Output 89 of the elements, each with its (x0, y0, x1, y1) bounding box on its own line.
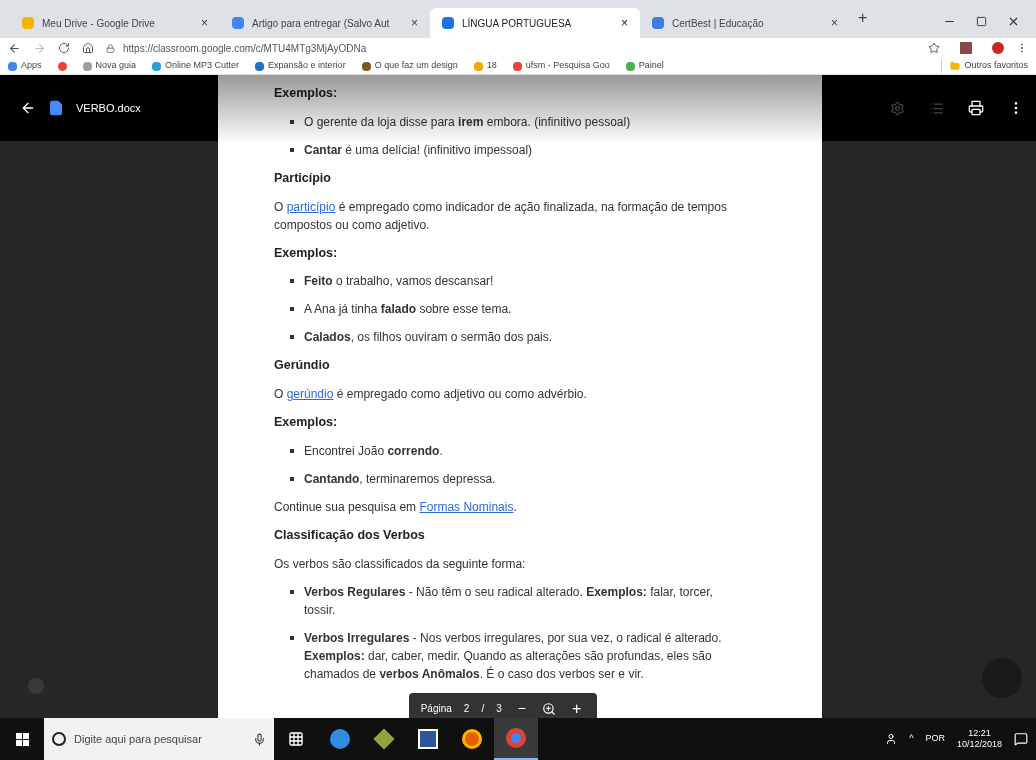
back-icon[interactable] (20, 100, 36, 116)
list-item-text: Verbos Irregulares - Nos verbos irregulares, por sua vez, o radical é alterado. Exemplos: dar, caber, medir. Quando as alterações são profundas, eles são chamados de verbos Anômalos. É o caso dos verbos ser e vir. (304, 629, 723, 683)
page-label: Página (420, 702, 452, 716)
browser-tab[interactable]: LÍNGUA PORTUGUESA × (430, 8, 640, 38)
file-name: VERBO.docx (76, 100, 141, 116)
print-icon[interactable] (968, 100, 984, 116)
page-number: 2 (463, 702, 470, 716)
address-field[interactable]: https://classroom.google.com/c/MTU4MTg3MjAyODNa (106, 39, 916, 57)
list-item-text: Encontrei João correndo. (304, 442, 443, 460)
text-link[interactable]: particípio (286, 199, 336, 214)
clock-time: 12:21 (968, 728, 991, 739)
paragraph: Os verbos são classificados da seguinte forma: (274, 555, 527, 573)
bullet-icon (290, 476, 294, 481)
bookmark-star-icon[interactable] (928, 42, 940, 54)
list-item-text: O gerente da loja disse para irem embora. (infinitivo pessoal) (304, 113, 631, 131)
bookmark-item[interactable]: O que faz um design (361, 59, 458, 73)
zoom-icon[interactable] (541, 701, 556, 716)
tab-close-button[interactable]: × (831, 14, 838, 32)
reload-icon[interactable] (58, 42, 70, 54)
tab-favicon-icon (22, 17, 34, 29)
browser-tab[interactable]: Artigo para entregar (Salvo Aut × (220, 8, 430, 38)
paragraph: O gerúndio é empregado como adjetivo ou como advérbio. (274, 386, 588, 403)
bullet-icon (290, 335, 294, 340)
bookmark-icon[interactable] (57, 61, 67, 71)
bullet-icon (290, 279, 294, 284)
tab-close-button[interactable]: × (201, 14, 208, 32)
tab-favicon-icon (232, 17, 244, 29)
chrome-icon[interactable] (494, 718, 538, 760)
section-heading: Exemplos: (274, 85, 339, 102)
tab-title: LÍNGUA PORTUGUESA (462, 16, 573, 31)
search-input[interactable]: Digite aqui para pesquisar (74, 730, 245, 748)
list-item-text: Cantar é uma delícia! (infinitivo impessoal) (304, 141, 533, 159)
bullet-icon (290, 307, 294, 312)
taskbar-search-field[interactable]: Digite aqui para pesquisar (44, 718, 274, 760)
folder-icon (950, 61, 961, 71)
bookmark-item[interactable]: Online MP3 Cutter (152, 59, 240, 73)
people-icon[interactable] (885, 733, 898, 745)
text-link[interactable]: gerúndio (286, 387, 334, 401)
document-icon (48, 100, 64, 116)
search-icon (52, 732, 66, 746)
section-heading: Exemplos: (274, 244, 339, 262)
bullet-icon (290, 589, 294, 594)
paragraph: Continue sua pesquisa em Formas Nominais. (274, 498, 518, 516)
back-icon[interactable] (8, 41, 21, 55)
bookmark-item[interactable]: 18 (473, 59, 497, 73)
bookmark-folder-label: Outros favoritos (964, 59, 1028, 73)
list-item-text: Calados, os filhos ouviram o sermão dos pais. (304, 329, 553, 347)
bookmark-item[interactable]: Expansão e interior (255, 59, 346, 73)
microphone-icon[interactable] (253, 732, 266, 746)
tray-caret[interactable]: ^ (909, 732, 914, 746)
notifications-icon[interactable] (1014, 732, 1028, 746)
bookmark-item[interactable]: Apps (8, 59, 42, 73)
lock-icon (106, 43, 115, 53)
section-heading: Particípio (274, 169, 332, 187)
list-item-text: A Ana já tinha falado sobre esse tema. (304, 301, 512, 319)
tab-close-button[interactable]: × (411, 14, 418, 32)
bookmark-item[interactable]: Painel (625, 59, 664, 73)
bookmark-item[interactable]: ufsm - Pesquisa Goo (512, 59, 610, 73)
list-item-text: Cantando, terminaremos depressa. (304, 470, 496, 488)
zoom-out-button[interactable]: − (513, 698, 530, 718)
tab-title: Artigo para entregar (Salvo Aut (252, 16, 391, 31)
tab-title: Meu Drive - Google Drive (42, 16, 156, 31)
tab-title: CertBest | Educação (672, 16, 765, 31)
bookmark-item[interactable]: Nova guia (82, 59, 137, 73)
close-icon[interactable] (1007, 15, 1020, 28)
bullet-icon (290, 448, 294, 453)
tab-favicon-icon (652, 17, 664, 29)
bullet-icon (290, 119, 294, 124)
section-heading: Gerúndio (274, 357, 331, 375)
tab-close-button[interactable]: × (621, 14, 628, 32)
browser-tab[interactable]: CertBest | Educação × (640, 8, 850, 38)
zoom-in-button[interactable]: + (567, 696, 586, 718)
list-item-text: Verbos Regulares - Não têm o seu radical alterado. Exemplos: falar, torcer, tossir. (304, 583, 714, 619)
browser-tab[interactable]: Meu Drive - Google Drive × (10, 8, 220, 38)
paragraph: O particípio é empregado como indicador de ação finalizada, na formação de tempos compostos ou como adjetivo. (274, 198, 728, 234)
page-total: 3 (496, 702, 502, 716)
section-heading: Exemplos: (274, 414, 339, 431)
maximize-icon[interactable] (976, 16, 987, 27)
page-separator: / (481, 702, 485, 716)
language-indicator[interactable]: POR (925, 732, 945, 746)
home-icon[interactable] (82, 42, 94, 54)
new-tab-button[interactable]: + (858, 6, 868, 30)
clock-date: 10/12/2018 (956, 739, 1002, 750)
list-item-text: Feito o trabalho, vamos descansar! (304, 273, 494, 291)
profile-icon[interactable] (992, 42, 1004, 54)
tab-favicon-icon (442, 17, 454, 29)
bullet-icon (290, 635, 294, 640)
bullet-icon (290, 147, 294, 152)
section-heading: Classificação dos Verbos (274, 526, 426, 544)
